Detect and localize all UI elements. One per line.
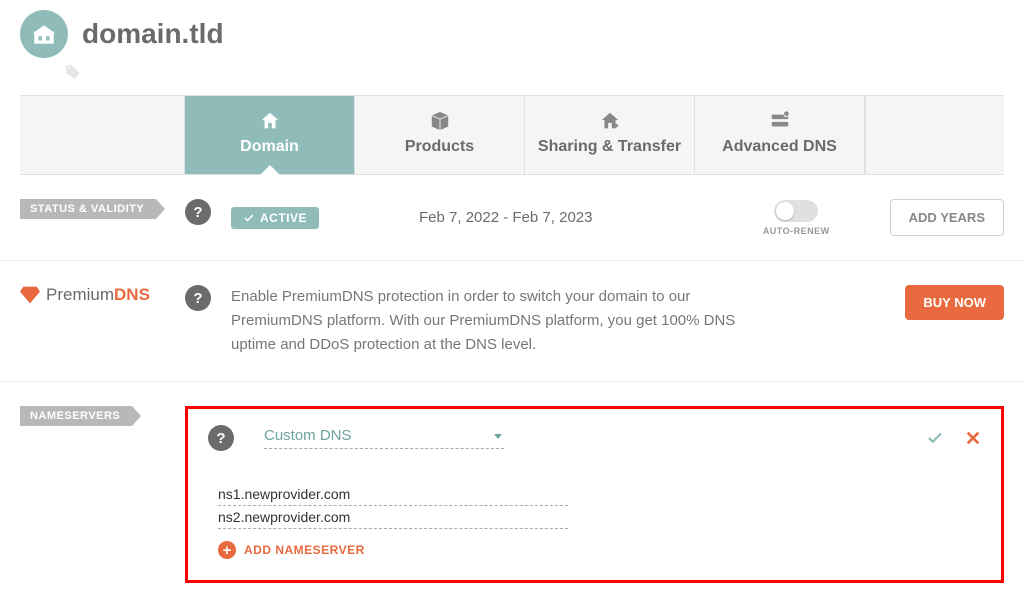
buy-now-button[interactable]: BUY NOW bbox=[905, 285, 1004, 320]
add-nameserver-label: ADD NAMESERVER bbox=[244, 543, 365, 557]
plus-icon: + bbox=[218, 541, 236, 559]
chevron-down-icon bbox=[492, 430, 504, 442]
auto-renew-toggle[interactable] bbox=[774, 200, 818, 222]
premium-prefix: Premium bbox=[46, 285, 114, 304]
tab-bar: Domain Products Sharing & Transfer Advan… bbox=[20, 95, 1004, 175]
status-block: ACTIVE Feb 7, 2022 - Feb 7, 2023 AUTO-RE… bbox=[231, 199, 1004, 236]
share-icon bbox=[599, 110, 621, 132]
toggle-knob bbox=[776, 202, 794, 220]
tab-domain[interactable]: Domain bbox=[185, 96, 355, 174]
help-nameservers[interactable]: ? bbox=[208, 425, 234, 451]
tag-icon[interactable] bbox=[64, 64, 82, 80]
tab-products-label: Products bbox=[405, 138, 474, 156]
domain-avatar-icon bbox=[20, 10, 68, 58]
premium-suffix: DNS bbox=[114, 285, 150, 304]
nameserver-input-2[interactable] bbox=[218, 508, 568, 529]
server-icon bbox=[769, 110, 791, 132]
help-premium[interactable]: ? bbox=[185, 285, 211, 311]
premium-actions: BUY NOW bbox=[905, 285, 1004, 320]
premium-brand: PremiumDNS bbox=[20, 285, 185, 305]
tabs-spacer bbox=[20, 96, 185, 174]
status-label-wrap: STATUS & VALIDITY bbox=[20, 199, 185, 219]
premium-desc: Enable PremiumDNS protection in order to… bbox=[231, 285, 751, 357]
nameservers-actions bbox=[925, 429, 981, 447]
diamond-icon bbox=[20, 286, 40, 304]
nameservers-label-wrap: NAMESERVERS bbox=[20, 406, 185, 426]
cancel-icon[interactable] bbox=[965, 430, 981, 446]
nameservers-box: ? Custom DNS + ADD NAMESERVER bbox=[185, 406, 1004, 583]
page-header: domain.tld bbox=[0, 0, 1024, 64]
section-premium: PremiumDNS ? Enable PremiumDNS protectio… bbox=[0, 261, 1024, 382]
premium-text: PremiumDNS bbox=[46, 285, 150, 305]
domain-title: domain.tld bbox=[82, 18, 224, 50]
tabs-end bbox=[865, 96, 1004, 174]
home-icon bbox=[259, 110, 281, 132]
date-range: Feb 7, 2022 - Feb 7, 2023 bbox=[419, 209, 763, 226]
tab-domain-label: Domain bbox=[240, 138, 299, 156]
nameserver-inputs bbox=[218, 485, 981, 529]
auto-renew-label: AUTO-RENEW bbox=[763, 226, 830, 236]
auto-renew: AUTO-RENEW bbox=[763, 200, 830, 236]
tab-sharing[interactable]: Sharing & Transfer bbox=[525, 96, 695, 174]
nameservers-header: ? Custom DNS bbox=[208, 425, 981, 451]
section-nameservers: NAMESERVERS ? Custom DNS + ADD NAMESERVE… bbox=[0, 382, 1024, 607]
section-status: STATUS & VALIDITY ? ACTIVE Feb 7, 2022 -… bbox=[0, 175, 1024, 261]
help-status[interactable]: ? bbox=[185, 199, 211, 225]
nameserver-input-1[interactable] bbox=[218, 485, 568, 506]
tab-advanced-label: Advanced DNS bbox=[722, 138, 837, 156]
box-icon bbox=[429, 110, 451, 132]
status-label: STATUS & VALIDITY bbox=[20, 199, 156, 219]
nameservers-mode-text: Custom DNS bbox=[264, 427, 352, 444]
tab-advanced[interactable]: Advanced DNS bbox=[695, 96, 865, 174]
confirm-icon[interactable] bbox=[925, 429, 945, 447]
status-badge-text: ACTIVE bbox=[260, 211, 307, 225]
tab-products[interactable]: Products bbox=[355, 96, 525, 174]
tab-sharing-label: Sharing & Transfer bbox=[538, 138, 681, 156]
add-nameserver-button[interactable]: + ADD NAMESERVER bbox=[218, 541, 365, 559]
nameservers-mode-select[interactable]: Custom DNS bbox=[264, 427, 504, 449]
check-icon bbox=[243, 212, 255, 224]
add-years-button[interactable]: ADD YEARS bbox=[890, 199, 1004, 236]
status-badge: ACTIVE bbox=[231, 207, 319, 229]
nameservers-label: NAMESERVERS bbox=[20, 406, 132, 426]
